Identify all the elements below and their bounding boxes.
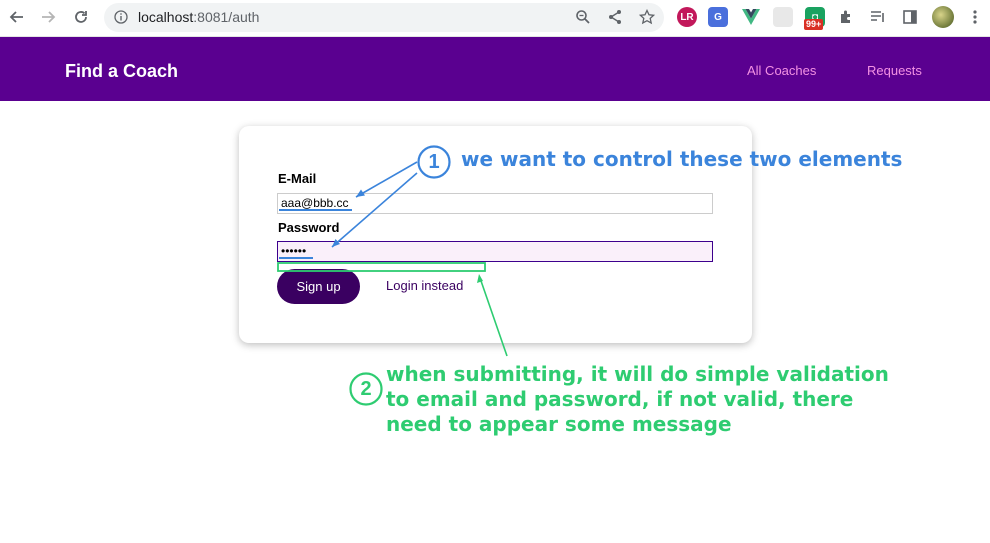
profile-avatar[interactable] [932, 6, 954, 28]
browser-menu-icon[interactable] [965, 7, 985, 27]
annotation-two-line: when submitting, it will do simple valid… [386, 362, 889, 386]
brand-title[interactable]: Find a Coach [65, 61, 178, 82]
login-instead-button[interactable]: Login instead [386, 278, 463, 293]
browser-toolbar: localhost:8081/auth LR G ◘ 99+ [0, 0, 990, 37]
annotation-two-text: when submitting, it will do simple valid… [386, 362, 946, 437]
extensions-puzzle-icon[interactable] [836, 7, 856, 27]
email-label: E-Mail [278, 171, 317, 186]
extension-lr-icon[interactable]: LR [677, 7, 697, 27]
info-icon[interactable] [112, 8, 130, 26]
url-path: :8081/auth [193, 9, 260, 25]
url-host: localhost [138, 9, 194, 25]
password-field[interactable]: •••••• [277, 241, 713, 262]
email-field[interactable]: aaa@bbb.cc [277, 193, 713, 214]
zoom-icon[interactable] [574, 8, 592, 26]
password-label: Password [278, 220, 340, 235]
url-text: localhost:8081/auth [138, 9, 259, 25]
annotation-one-number: 1 [428, 150, 440, 173]
nav-requests[interactable]: Requests [867, 63, 922, 78]
page: localhost:8081/auth LR G ◘ 99+ Find a Co… [0, 0, 990, 543]
reading-list-icon[interactable] [868, 7, 888, 27]
annotation-two-line: to email and password, if not valid, the… [386, 387, 854, 411]
side-panel-icon[interactable] [900, 7, 920, 27]
extension-vue-icon[interactable] [741, 7, 761, 27]
bookmark-star-icon[interactable] [638, 8, 656, 26]
annotation-two-line: need to appear some message [386, 412, 732, 436]
reload-icon[interactable] [70, 6, 92, 28]
share-icon[interactable] [606, 8, 624, 26]
address-bar[interactable]: localhost:8081/auth [104, 3, 664, 32]
extension-translate-icon[interactable]: G [708, 7, 728, 27]
extension-grid-icon[interactable] [773, 7, 793, 27]
back-icon[interactable] [6, 6, 28, 28]
extension-badge: 99+ [804, 19, 824, 30]
nav-all-coaches[interactable]: All Coaches [747, 63, 816, 78]
annotation-one-text: we want to control these two elements [461, 147, 903, 171]
app-header: Find a Coach All Coaches Requests [0, 37, 990, 101]
forward-icon[interactable] [37, 6, 59, 28]
annotation-two-number: 2 [360, 377, 372, 400]
signup-button[interactable]: Sign up [277, 269, 360, 304]
